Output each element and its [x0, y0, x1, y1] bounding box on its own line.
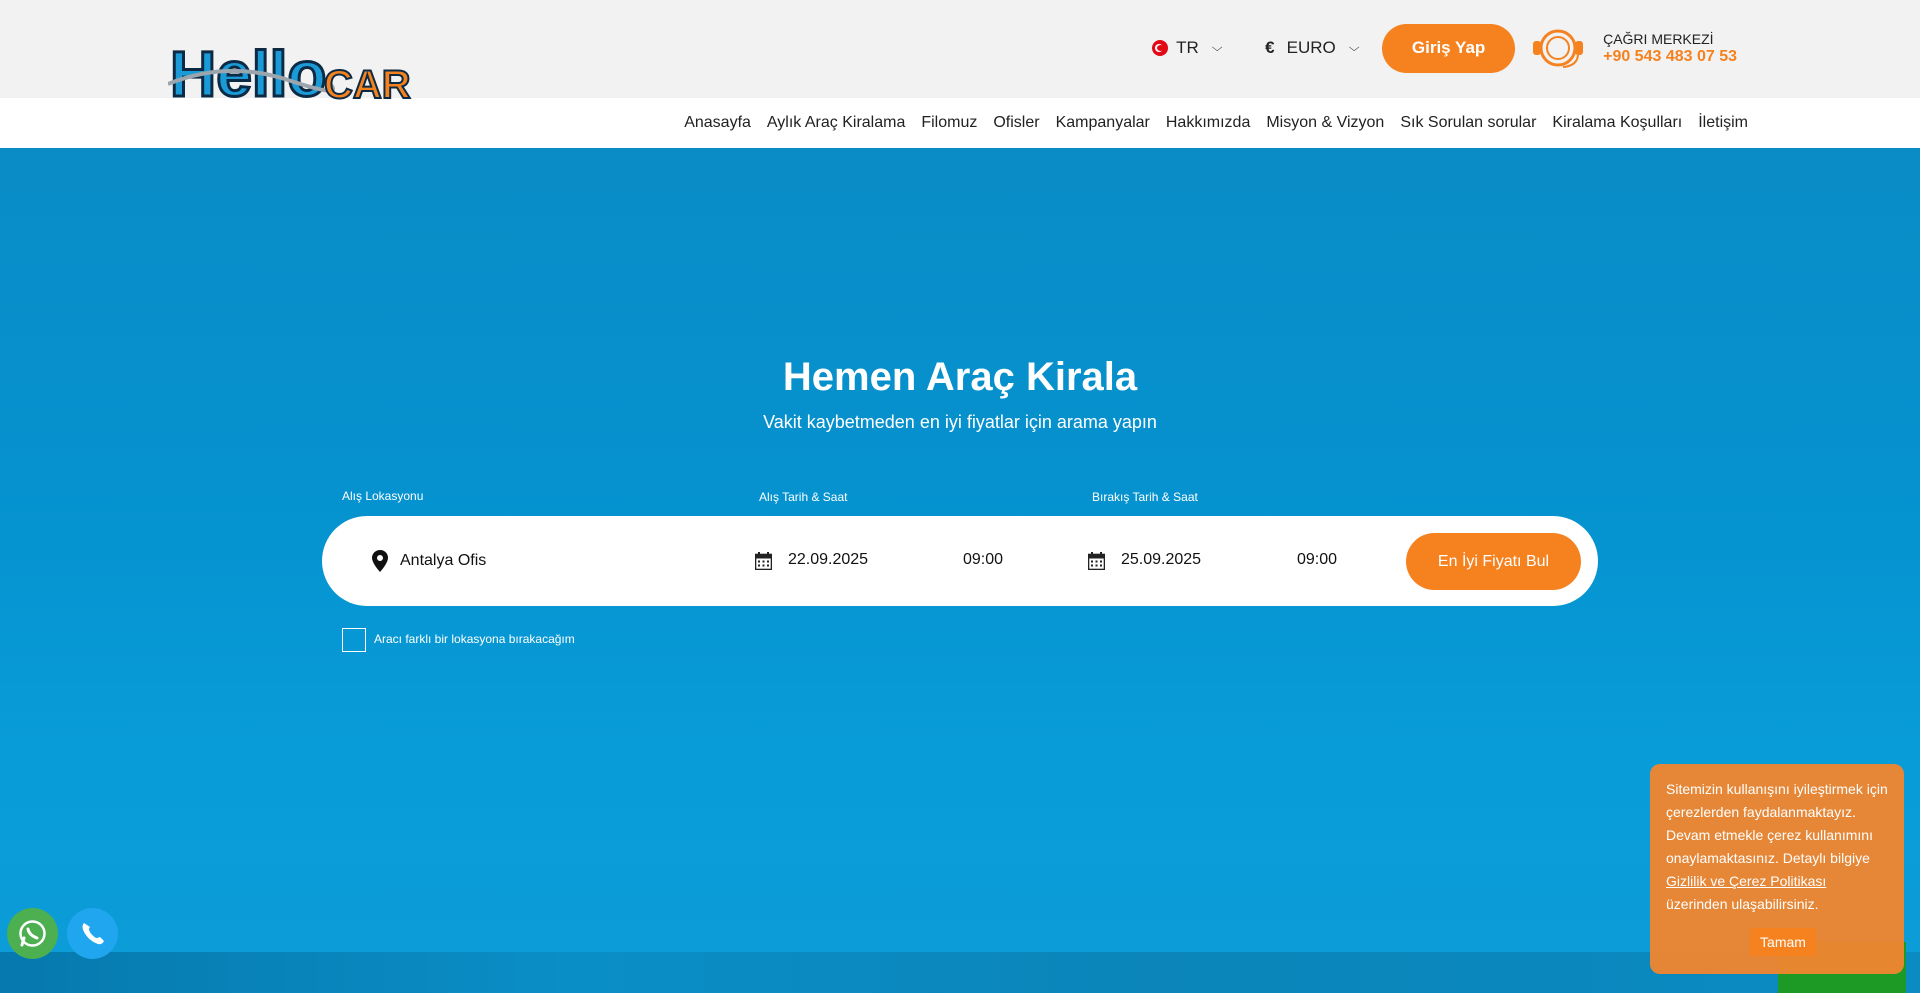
call-center: ÇAĞRI MERKEZİ +90 543 483 07 53 — [1603, 31, 1737, 65]
logo-car-text: CAR — [324, 63, 411, 106]
language-label: TR — [1176, 38, 1199, 57]
header-actions: TR ⌵ € EURO ⌵ Giriş Yap ÇAĞRI MERKEZİ +9… — [1152, 23, 1737, 73]
currency-label: EURO — [1286, 38, 1336, 57]
dropoff-datetime-label: Bırakış Tarih & Saat — [1092, 490, 1198, 504]
different-location-checkbox[interactable] — [342, 628, 366, 652]
calendar-icon — [1088, 552, 1105, 570]
pickup-time-input[interactable]: 09:00 — [963, 551, 1003, 569]
cookie-text-after: üzerinden ulaşabilirsiniz. — [1666, 896, 1819, 912]
nav-item-hakkimizda[interactable]: Hakkımızda — [1166, 114, 1250, 132]
currency-symbol: € — [1265, 38, 1275, 57]
language-selector[interactable]: TR ⌵ — [1152, 38, 1223, 58]
headset-icon — [1533, 29, 1584, 68]
different-location-label: Aracı farklı bir lokasyona bırakacağım — [374, 632, 575, 646]
chevron-down-icon: ⌵ — [1211, 41, 1223, 54]
hero-title: Hemen Araç Kirala — [782, 355, 1138, 399]
nav-item-kiralama-kosullari[interactable]: Kiralama Koşulları — [1552, 114, 1682, 132]
dropoff-date-input[interactable]: 25.09.2025 — [1121, 551, 1201, 569]
calendar-icon — [755, 552, 772, 570]
nav-item-anasayfa[interactable]: Anasayfa — [684, 114, 751, 132]
nav-item-ofisler[interactable]: Ofisler — [993, 114, 1039, 132]
main-nav: Anasayfa Aylık Araç Kiralama Filomuz Ofi… — [668, 98, 1748, 148]
nav-item-iletisim[interactable]: İletişim — [1698, 114, 1748, 132]
chevron-down-icon: ⌵ — [1348, 41, 1360, 54]
login-button[interactable]: Giriş Yap — [1382, 23, 1516, 73]
map-pin-icon — [372, 550, 388, 572]
pickup-location-label: Alış Lokasyonu — [342, 489, 424, 503]
pickup-date-input[interactable]: 22.09.2025 — [788, 551, 868, 569]
hero-bottom-image — [0, 952, 1920, 993]
call-center-phone[interactable]: +90 543 483 07 53 — [1603, 48, 1737, 65]
whatsapp-button[interactable] — [7, 908, 58, 959]
phone-icon — [82, 923, 104, 945]
phone-call-button[interactable] — [67, 908, 118, 959]
nav-item-aylik-arac-kiralama[interactable]: Aylık Araç Kiralama — [767, 114, 905, 132]
search-bar: 22.09.2025 09:00 25.09.2025 09:00 En İyi… — [322, 516, 1598, 606]
whatsapp-icon — [19, 920, 46, 947]
pickup-location-input[interactable] — [400, 546, 700, 576]
hero-subtitle: Vakit kaybetmeden en iyi fiyatlar için a… — [763, 412, 1157, 432]
cookie-accept-button[interactable]: Tamam — [1750, 928, 1816, 956]
privacy-policy-link[interactable]: Gizlilik ve Çerez Politikası — [1666, 873, 1826, 889]
currency-selector[interactable]: € EURO ⌵ — [1265, 38, 1360, 58]
hellocar-logo[interactable]: Hello CAR — [168, 40, 426, 106]
nav-item-sss[interactable]: Sık Sorulan sorular — [1400, 114, 1536, 132]
pickup-datetime-label: Alış Tarih & Saat — [759, 490, 848, 504]
call-center-label: ÇAĞRI MERKEZİ — [1603, 31, 1714, 47]
nav-item-filomuz[interactable]: Filomuz — [921, 114, 977, 132]
cookie-consent-banner: Sitemizin kullanışını iyileştirmek için … — [1650, 764, 1904, 974]
dropoff-time-input[interactable]: 09:00 — [1297, 551, 1337, 569]
cookie-text: Sitemizin kullanışını iyileştirmek için … — [1666, 781, 1888, 866]
find-best-price-button[interactable]: En İyi Fiyatı Bul — [1406, 533, 1581, 590]
nav-item-misyon-vizyon[interactable]: Misyon & Vizyon — [1266, 114, 1384, 132]
turkey-flag-icon — [1152, 40, 1169, 56]
nav-item-kampanyalar[interactable]: Kampanyalar — [1056, 114, 1150, 132]
